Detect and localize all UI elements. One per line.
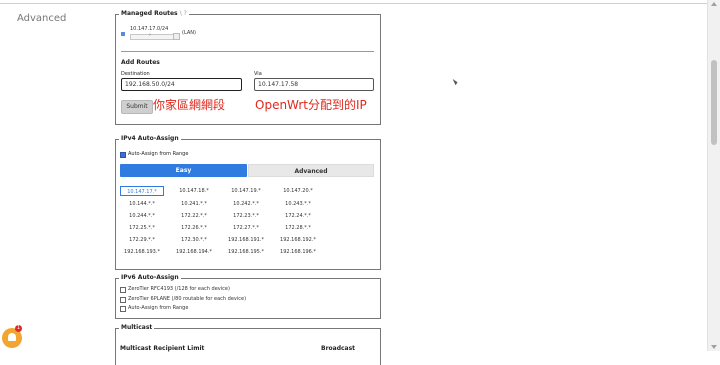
ipv6-rfc4193-label: ZeroTier RFC4193 (/128 for each device) <box>128 286 230 292</box>
route-scope: (LAN) <box>182 30 196 36</box>
ipv4-range-option[interactable]: 10.244.*.* <box>120 211 164 221</box>
ipv6-rfc4193-checkbox[interactable] <box>120 287 126 293</box>
ipv4-range-option[interactable]: 172.29.*.* <box>120 235 164 245</box>
destination-input[interactable]: 192.168.50.0/24 <box>121 78 242 91</box>
ipv6-range-checkbox[interactable] <box>120 306 126 312</box>
ipv4-range-option[interactable]: 10.243.*.* <box>276 199 320 209</box>
tab-advanced[interactable]: Advanced <box>248 164 374 177</box>
ipv6-legend: IPv6 Auto-Assign <box>121 274 179 281</box>
tab-easy[interactable]: Easy <box>120 164 247 177</box>
ipv4-range-option[interactable]: 172.28.*.* <box>276 223 320 233</box>
notification-badge: 1 <box>15 325 22 332</box>
notification-bell-button[interactable]: 1 <box>2 325 22 348</box>
ipv4-range-option[interactable]: 10.241.*.* <box>172 199 216 209</box>
ipv4-range-option[interactable]: 172.27.*.* <box>224 223 268 233</box>
ipv6-range-label: Auto-Assign from Range <box>128 305 189 311</box>
ipv4-range-option[interactable]: 192.168.191.* <box>224 235 268 245</box>
top-divider <box>0 3 708 4</box>
page-scrollbar[interactable] <box>707 0 720 351</box>
ipv4-range-option[interactable]: 172.26.*.* <box>172 223 216 233</box>
scrollbar-thumb[interactable] <box>711 60 717 145</box>
route-via-field[interactable]: › <box>130 32 174 40</box>
ipv4-range-option[interactable]: 10.147.18.* <box>172 186 216 196</box>
ipv4-legend: IPv4 Auto-Assign <box>121 135 179 142</box>
ipv4-range-option[interactable]: 172.24.*.* <box>276 211 320 221</box>
bell-icon <box>8 333 16 341</box>
ipv4-range-option[interactable]: 172.23.*.* <box>224 211 268 221</box>
annotation-lan-subnet: 你家區網網段 <box>153 98 226 112</box>
mouse-cursor-icon <box>452 77 459 86</box>
submit-button[interactable]: Submit <box>121 100 153 114</box>
via-label: Via <box>254 71 262 77</box>
multicast-legend: Multicast <box>121 324 153 331</box>
ipv6-6plane-checkbox[interactable] <box>120 297 126 303</box>
ipv4-range-option[interactable]: 10.144.*.* <box>120 199 164 209</box>
ipv4-range-option[interactable]: 192.168.193.* <box>120 247 164 257</box>
ipv4-range-option[interactable]: 10.147.20.* <box>276 186 320 196</box>
section-label: Advanced <box>17 13 67 24</box>
broadcast-label: Broadcast <box>321 345 356 352</box>
ipv4-range-option[interactable]: 10.147.17.* <box>120 186 164 196</box>
scroll-down-arrow-icon[interactable] <box>711 345 717 349</box>
ipv4-range-option[interactable]: 172.25.*.* <box>120 223 164 233</box>
via-input[interactable]: 10.147.17.58 <box>254 78 374 91</box>
ipv4-range-option[interactable]: 10.242.*.* <box>224 199 268 209</box>
ipv4-range-option[interactable]: 172.22.*.* <box>172 211 216 221</box>
annotation-openwrt-ip: OpenWrt分配到的IP <box>255 98 367 112</box>
ipv4-range-option[interactable]: 192.168.192.* <box>276 235 320 245</box>
ipv4-auto-assign-label: Auto-Assign from Range <box>128 151 189 157</box>
ipv4-range-option[interactable]: 192.168.196.* <box>276 247 320 257</box>
ipv4-range-option[interactable]: 10.147.19.* <box>224 186 268 196</box>
add-routes-title: Add Routes <box>121 59 160 66</box>
ipv4-range-option[interactable]: 192.168.195.* <box>224 247 268 257</box>
ipv4-auto-assign-checkbox[interactable] <box>120 152 126 158</box>
route-icon <box>121 32 125 36</box>
ipv4-range-option[interactable]: 192.168.194.* <box>172 247 216 257</box>
route-delete-button[interactable] <box>173 33 180 40</box>
routes-divider <box>121 51 374 52</box>
scroll-up-arrow-icon[interactable] <box>711 2 717 6</box>
multicast-recipient-limit-label: Multicast Recipient Limit <box>120 345 205 352</box>
ipv4-range-option[interactable]: 172.30.*.* <box>172 235 216 245</box>
destination-label: Destination <box>121 71 150 77</box>
managed-routes-legend: Managed Routes \ ? <box>121 10 187 17</box>
ipv6-6plane-label: ZeroTier 6PLANE (/80 routable for each d… <box>128 296 247 302</box>
